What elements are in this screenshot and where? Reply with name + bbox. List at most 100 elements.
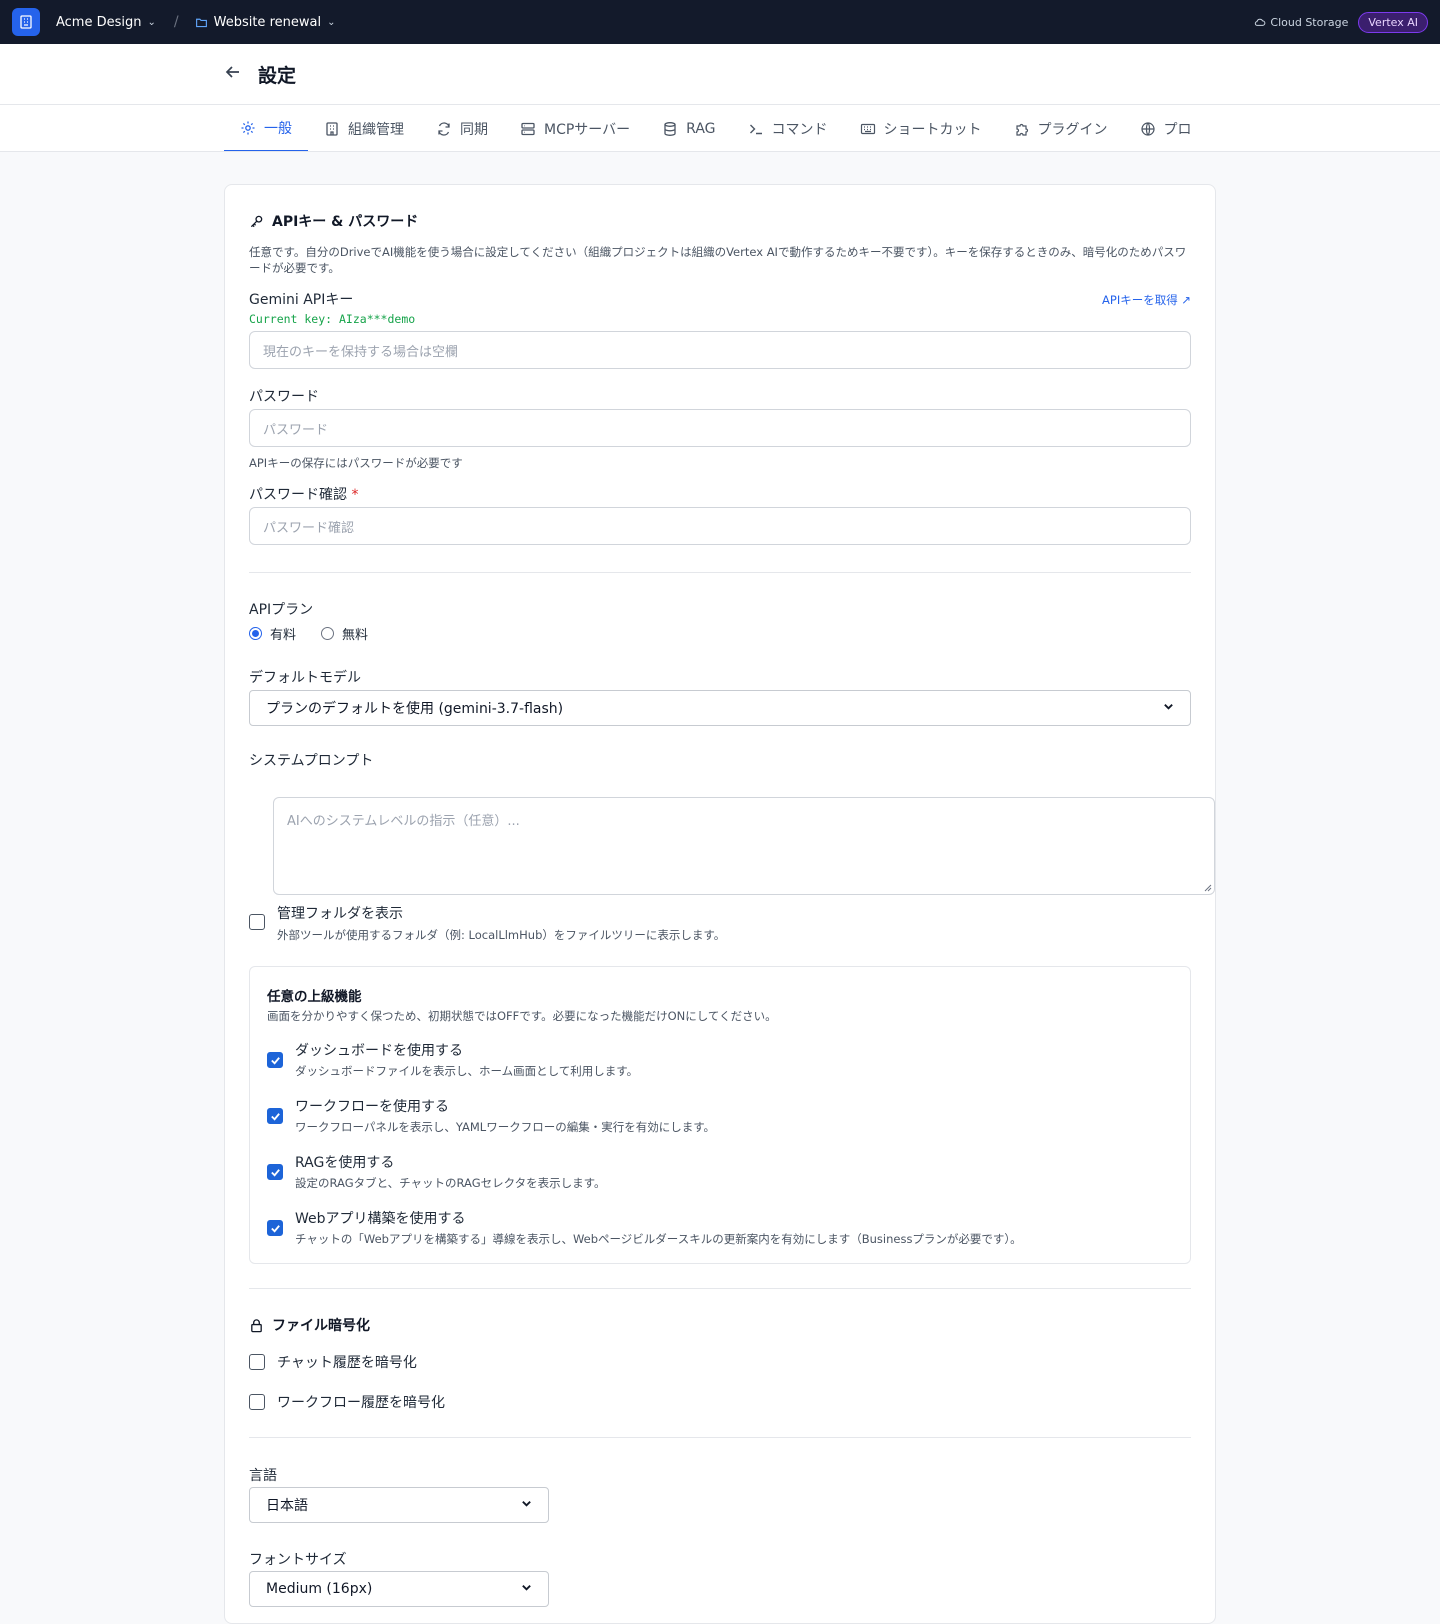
storage-label: Cloud Storage	[1270, 15, 1349, 29]
plan-option-paid[interactable]: 有料	[249, 624, 296, 643]
encrypt-chat-label: チャット履歴を暗号化	[277, 1355, 417, 1371]
api-section-title: APIキー & パスワード	[249, 211, 418, 231]
webapp-builder-checkbox[interactable]	[267, 1220, 283, 1236]
tab-organization[interactable]: 組織管理	[308, 105, 420, 151]
checkmark-icon	[270, 1224, 280, 1233]
dashboard-checkbox[interactable]	[267, 1052, 283, 1068]
tab-label: プロ	[1163, 121, 1192, 138]
checkmark-icon	[270, 1168, 280, 1177]
globe-icon	[1140, 121, 1155, 136]
divider	[249, 572, 1191, 573]
rag-desc: 設定のRAGタブと、チャットのRAGセレクタを表示します。	[295, 1176, 606, 1190]
manage-folder-label: 管理フォルダを表示	[277, 906, 403, 922]
rag-checkbox[interactable]	[267, 1164, 283, 1180]
gemini-api-key-label: Gemini APIキー	[249, 292, 354, 308]
rag-label: RAGを使用する	[295, 1155, 395, 1171]
key-icon	[250, 215, 263, 227]
encryption-section-title: ファイル暗号化	[249, 1315, 370, 1335]
system-prompt-placeholder: AIへのシステムレベルの指示（任意）...	[287, 814, 520, 829]
font-size-select[interactable]: Medium (16px)	[249, 1571, 549, 1607]
database-icon	[664, 121, 676, 136]
gemini-api-key-input[interactable]: 現在のキーを保持する場合は空欄	[249, 331, 1191, 369]
password-confirm-input[interactable]: パスワード確認	[249, 507, 1191, 545]
password-input[interactable]: パスワード	[249, 409, 1191, 447]
api-plan-label: APIプラン	[249, 602, 314, 618]
chevron-down-icon: ⌄	[327, 16, 336, 28]
encrypt-workflow-label: ワークフロー履歴を暗号化	[277, 1395, 445, 1411]
radio-free[interactable]	[321, 627, 334, 640]
tab-label: コマンド	[771, 121, 828, 138]
radio-paid[interactable]	[249, 627, 262, 640]
tab-shortcuts[interactable]: ショートカット	[844, 105, 998, 151]
get-api-key-link[interactable]: APIキーを取得 ↗	[1102, 292, 1191, 308]
language-label: 言語	[249, 1468, 277, 1484]
divider	[249, 1437, 1191, 1438]
tab-label: RAG	[686, 120, 716, 137]
dashboard-label: ダッシュボードを使用する	[295, 1043, 463, 1059]
api-section-title-text: APIキー & パスワード	[272, 214, 419, 230]
org-switcher[interactable]: Acme Design ⌄	[56, 15, 156, 30]
tab-plugins[interactable]: プラグイン	[998, 105, 1124, 151]
vertex-ai-badge: Vertex AI	[1358, 11, 1428, 33]
advanced-features-desc: 画面を分かりやすく保つため、初期状態ではOFFです。必要になった機能だけONにし…	[267, 1009, 777, 1023]
keyboard-icon	[860, 123, 875, 134]
language-value: 日本語	[266, 1498, 308, 1514]
password-confirm-label: パスワード確認 *	[249, 484, 358, 504]
system-prompt-label: システムプロンプト	[249, 753, 374, 769]
lock-icon	[251, 1318, 262, 1332]
page-header: 設定	[0, 44, 1440, 105]
encryption-title-text: ファイル暗号化	[272, 1318, 370, 1334]
webapp-builder-label: Webアプリ構築を使用する	[295, 1211, 466, 1227]
tab-sync[interactable]: 同期	[420, 105, 504, 151]
workflow-desc: ワークフローパネルを表示し、YAMLワークフローの編集・実行を有効にします。	[295, 1120, 716, 1134]
tab-rag[interactable]: RAG	[646, 105, 731, 151]
gemini-api-key-placeholder: 現在のキーを保持する場合は空欄	[263, 344, 459, 360]
tab-general[interactable]: 一般	[224, 105, 308, 151]
password-placeholder: パスワード	[263, 422, 329, 438]
required-marker: *	[351, 487, 359, 503]
manage-folder-desc: 外部ツールが使用するフォルダ（例: LocalLlmHub）をファイルツリーに表…	[277, 928, 726, 942]
workflow-label: ワークフローを使用する	[295, 1099, 449, 1115]
current-key-text: Current key: AIza***demo	[249, 312, 416, 326]
encrypt-chat-checkbox[interactable]	[249, 1354, 265, 1370]
folder-icon	[195, 18, 207, 27]
storage-indicator: Cloud Storage	[1254, 16, 1348, 29]
tab-commands[interactable]: コマンド	[732, 105, 844, 151]
default-model-value: プランのデフォルトを使用 (gemini-3.7-flash)	[266, 701, 564, 717]
font-size-value: Medium (16px)	[266, 1581, 373, 1597]
tab-label: ショートカット	[883, 121, 982, 138]
font-size-label: フォントサイズ	[249, 1552, 347, 1568]
chevron-down-icon	[521, 1581, 532, 1597]
cloud-icon	[1255, 18, 1266, 26]
tab-profile[interactable]: プロ	[1124, 105, 1208, 151]
resize-handle-icon[interactable]	[1204, 884, 1212, 892]
plan-option-free[interactable]: 無料	[321, 624, 368, 643]
plan-option-free-label: 無料	[342, 628, 369, 643]
chevron-down-icon: ⌄	[147, 16, 156, 28]
building-icon	[20, 15, 32, 29]
system-prompt-textarea[interactable]: AIへのシステムレベルの指示（任意）...	[273, 797, 1215, 895]
divider	[249, 1288, 1191, 1289]
workflow-checkbox[interactable]	[267, 1108, 283, 1124]
dashboard-desc: ダッシュボードファイルを表示し、ホーム画面として利用します。	[295, 1064, 639, 1078]
project-switcher[interactable]: Website renewal ⌄	[195, 15, 336, 30]
advanced-features-title: 任意の上級機能	[267, 989, 362, 1005]
webapp-builder-desc: チャットの「Webアプリを構築する」導線を表示し、Webページビルダースキルの更…	[295, 1232, 1022, 1246]
language-select[interactable]: 日本語	[249, 1487, 549, 1523]
puzzle-icon	[1015, 123, 1028, 136]
encrypt-workflow-checkbox[interactable]	[249, 1394, 265, 1410]
chevron-down-icon	[521, 1497, 532, 1513]
password-label: パスワード	[249, 389, 319, 405]
terminal-icon	[749, 124, 762, 134]
tab-mcp-servers[interactable]: MCPサーバー	[504, 105, 646, 151]
checkmark-icon	[270, 1056, 280, 1065]
password-confirm-label-text: パスワード確認	[249, 487, 347, 503]
server-icon	[521, 122, 535, 135]
top-bar: Acme Design ⌄ / Website renewal ⌄ Cloud …	[0, 0, 1440, 44]
back-arrow-icon[interactable]	[224, 62, 242, 86]
app-logo[interactable]	[12, 8, 40, 36]
gear-icon	[241, 121, 255, 134]
manage-folder-checkbox[interactable]	[249, 914, 265, 930]
sync-icon	[438, 121, 450, 136]
default-model-select[interactable]: プランのデフォルトを使用 (gemini-3.7-flash)	[249, 690, 1191, 726]
